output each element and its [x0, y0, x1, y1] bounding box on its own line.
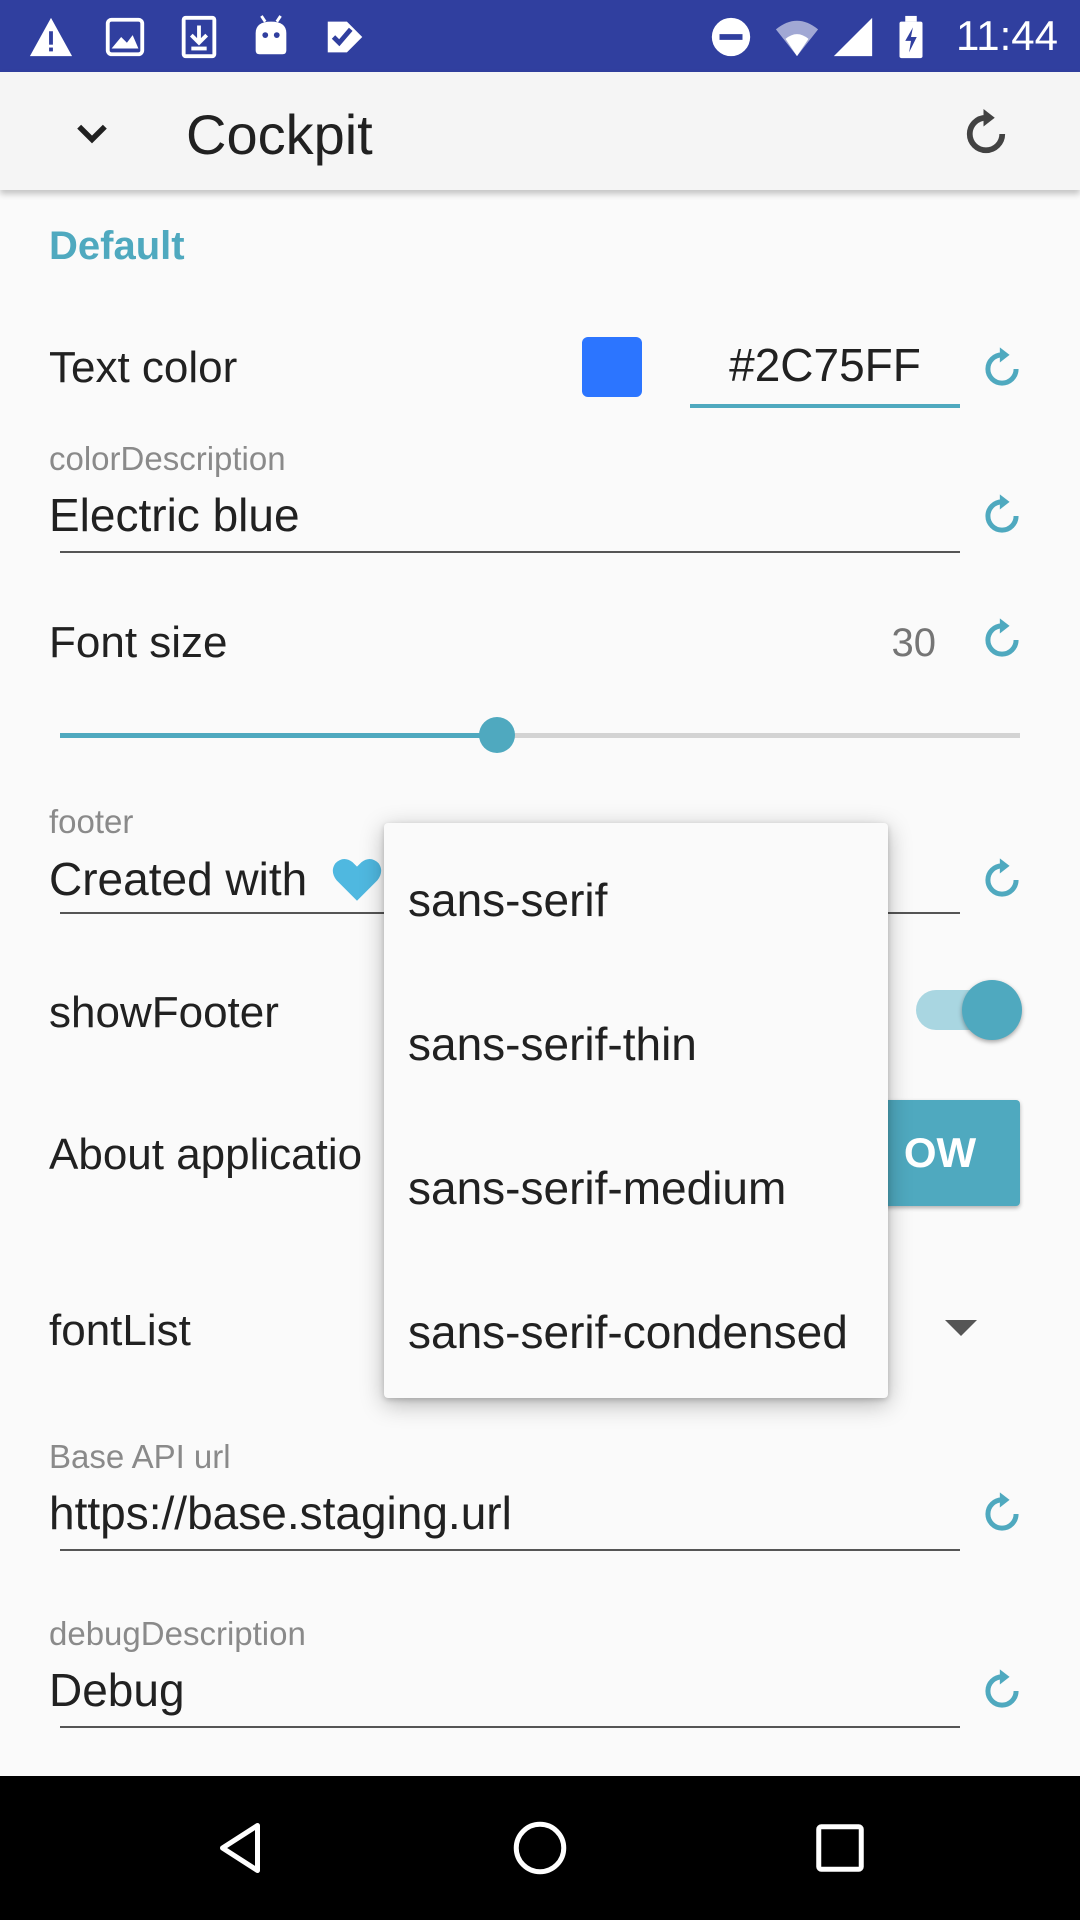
- reset-base-api-icon[interactable]: [976, 1488, 1028, 1540]
- toolbar-title: Cockpit: [186, 103, 373, 166]
- heart-icon: [332, 858, 382, 901]
- android-icon: [255, 15, 287, 55]
- debug-description-input[interactable]: Debug: [49, 1663, 185, 1717]
- base-api-input[interactable]: https://base.staging.url: [49, 1486, 512, 1540]
- debug-description-underline: [60, 1726, 960, 1728]
- color-description-label: colorDescription: [49, 440, 286, 477]
- reset-debug-description-icon[interactable]: [976, 1665, 1028, 1717]
- signal-icon: [833, 17, 873, 57]
- section-title: Default: [49, 224, 185, 268]
- footer-label: footer: [49, 803, 134, 840]
- color-swatch[interactable]: [582, 337, 642, 397]
- show-footer-label: showFooter: [49, 988, 279, 1037]
- font-size-value: 30: [891, 621, 937, 665]
- font-size-slider[interactable]: [60, 717, 1020, 753]
- font-size-label: Font size: [49, 618, 228, 667]
- font-option[interactable]: sans-serif-medium: [408, 1161, 786, 1215]
- font-size-slider-fill: [60, 733, 497, 738]
- base-api-label: Base API url: [49, 1438, 231, 1475]
- recents-icon[interactable]: [810, 1818, 870, 1878]
- font-list-popup: sans-serif sans-serif-thin sans-serif-me…: [384, 823, 888, 1398]
- download-icon: [181, 15, 217, 59]
- warning-icon: [29, 17, 73, 57]
- image-icon: [105, 17, 145, 57]
- wifi-icon: [775, 20, 819, 57]
- show-footer-switch-thumb[interactable]: [962, 980, 1022, 1040]
- reset-text-color-icon[interactable]: [976, 343, 1028, 395]
- about-label: About applicatio: [49, 1130, 363, 1179]
- home-icon[interactable]: [510, 1818, 570, 1878]
- status-time: 11:44: [956, 12, 1058, 59]
- color-description-input[interactable]: Electric blue: [49, 488, 300, 542]
- base-api-underline: [60, 1549, 960, 1551]
- battery-charging-icon: [899, 15, 923, 59]
- text-color-label: Text color: [49, 343, 238, 392]
- chevron-down-icon[interactable]: [70, 112, 114, 156]
- font-size-slider-thumb[interactable]: [478, 717, 515, 753]
- font-option[interactable]: sans-serif-condensed: [408, 1305, 848, 1359]
- checklist-icon: [327, 21, 363, 53]
- reset-color-description-icon[interactable]: [976, 490, 1028, 542]
- font-option[interactable]: sans-serif-thin: [408, 1017, 697, 1071]
- do-not-disturb-icon: [711, 17, 751, 57]
- font-list-label: fontList: [49, 1306, 191, 1355]
- status-bar: 11:44: [0, 0, 1080, 72]
- reset-font-size-icon[interactable]: [976, 614, 1028, 666]
- text-color-input-underline: [690, 404, 960, 408]
- color-description-underline: [60, 551, 960, 553]
- footer-input[interactable]: Created with: [49, 852, 386, 906]
- debug-description-label: debugDescription: [49, 1615, 306, 1652]
- reset-footer-icon[interactable]: [976, 854, 1028, 906]
- back-icon[interactable]: [210, 1818, 270, 1878]
- text-color-input[interactable]: #2C75FF: [690, 338, 960, 392]
- navigation-bar: [0, 1776, 1080, 1920]
- refresh-icon[interactable]: [956, 104, 1016, 164]
- footer-input-text: Created with: [49, 853, 308, 905]
- font-list-dropdown-arrow-icon[interactable]: [945, 1320, 977, 1336]
- app-toolbar: Cockpit: [0, 72, 1080, 190]
- font-option[interactable]: sans-serif: [408, 873, 607, 927]
